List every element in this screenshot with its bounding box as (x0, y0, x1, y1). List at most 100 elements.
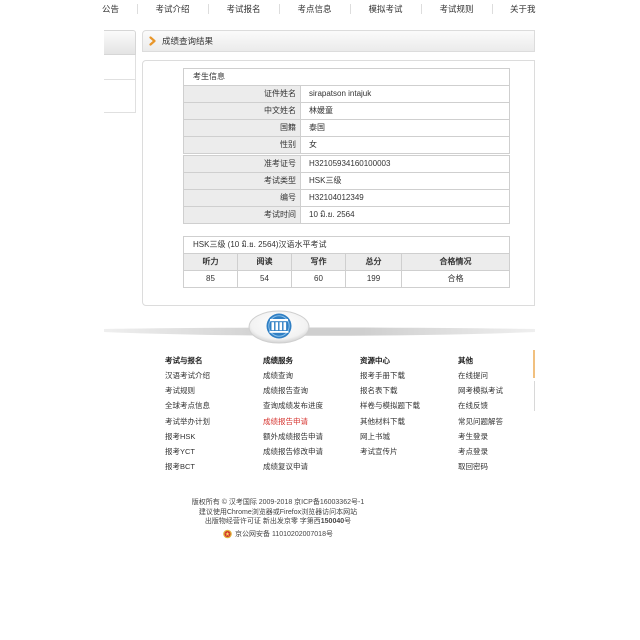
score-table-title: HSK三级 (10 มิ.ย. 2564)汉语水平考试 (184, 237, 509, 254)
info-row-chinese-name: 中文姓名 林媛童 (184, 103, 509, 120)
sidebar-item[interactable] (104, 80, 135, 113)
info-value: 女 (309, 140, 317, 149)
footer-link-sample-papers-download[interactable]: 样卷与模拟题下载 (360, 401, 420, 416)
footer-link-score-release-progress[interactable]: 查询成绩发布进度 (263, 401, 323, 416)
footer-link-extra-score-report[interactable]: 额外成绩报告申请 (263, 432, 323, 447)
footer-link-score-report-query[interactable]: 成绩报告查询 (263, 386, 323, 401)
footer-column-resources: 资源中心 报考手册下载 报名表下载 样卷与模拟题下载 其他材料下载 网上书城 考… (360, 356, 420, 462)
footer-link-test-center-login[interactable]: 考点登录 (458, 447, 503, 462)
info-value: sirapatson intajuk (309, 89, 372, 98)
exam-info-table: 准考证号 H32105934160100003 考试类型 HSK三级 编号 H3… (183, 155, 510, 224)
score-header-row: 听力 阅读 写作 总分 合格情况 (184, 254, 509, 271)
info-value: 林媛童 (309, 106, 333, 115)
info-label: 中文姓名 (184, 103, 301, 119)
footer-link-candidate-login[interactable]: 考生登录 (458, 432, 503, 447)
footer-link-score-report-modify[interactable]: 成绩报告修改申请 (263, 447, 323, 462)
result-panel-header: 成绩查询结果 (142, 30, 535, 52)
nav-item-exam-rules[interactable]: 考试规则 (421, 0, 492, 18)
footer-link-handbook-download[interactable]: 报考手册下载 (360, 371, 420, 386)
right-edge-line (534, 381, 535, 411)
footer-link-exam-intro[interactable]: 汉语考试介绍 (165, 371, 210, 386)
footer-link-register-hsk[interactable]: 报考HSK (165, 432, 210, 447)
nav-item-test-centers[interactable]: 考点信息 (279, 0, 350, 18)
footer-link-online-bookstore[interactable]: 网上书城 (360, 432, 420, 447)
footer-link-register-bct[interactable]: 报考BCT (165, 462, 210, 477)
info-value: H32105934160100003 (309, 159, 391, 168)
score-header-total: 总分 (346, 254, 402, 270)
info-row-admission-number: 准考证号 H32105934160100003 (184, 156, 509, 173)
footer-link-online-mock-exam[interactable]: 网考模拟考试 (458, 386, 503, 401)
info-label: 编号 (184, 190, 301, 206)
score-header-writing: 写作 (292, 254, 346, 270)
copyright-text: 版权所有 © 汉考国际 2009-2018 京ICP备16003362号-1 (191, 499, 365, 506)
footer-link-score-query[interactable]: 成绩查询 (263, 371, 323, 386)
info-row-nationality: 国籍 泰国 (184, 120, 509, 137)
footer-link-registration-form-download[interactable]: 报名表下载 (360, 386, 420, 401)
footer-link-faq[interactable]: 常见问题解答 (458, 417, 503, 432)
footer-link-other-materials-download[interactable]: 其他材料下载 (360, 417, 420, 432)
info-label: 准考证号 (184, 156, 301, 172)
nav-item-about[interactable]: 关于我 (492, 0, 540, 18)
score-listening: 85 (184, 271, 238, 287)
footer-column-score-services: 成绩服务 成绩查询 成绩报告查询 查询成绩发布进度 成绩报告申请 额外成绩报告申… (263, 356, 323, 477)
police-badge-icon (223, 529, 232, 539)
footer-link-exam-rules[interactable]: 考试规则 (165, 386, 210, 401)
sidebar-item[interactable] (104, 55, 135, 80)
nav-item-exam-intro[interactable]: 考试介绍 (137, 0, 208, 18)
candidate-info-title: 考生信息 (184, 69, 509, 86)
footer-link-online-question[interactable]: 在线提问 (458, 371, 503, 386)
info-row-gender: 性别 女 (184, 137, 509, 153)
footer-heading: 考试与报名 (165, 356, 203, 365)
browser-recommendation: 建议使用Chrome浏览器或Firefox浏览器访问本网站 (198, 508, 358, 516)
footer-heading: 成绩服务 (263, 356, 293, 365)
footer-link-retrieve-password[interactable]: 取回密码 (458, 462, 503, 477)
footer-heading: 资源中心 (360, 356, 390, 365)
score-header-pass-status: 合格情况 (439, 257, 472, 266)
license-suffix: 号 (344, 518, 352, 525)
score-value-row: 85 54 60 199 合格 (184, 271, 509, 287)
footer-column-other: 其他 在线提问 网考模拟考试 在线反馈 常见问题解答 考生登录 考点登录 取回密… (458, 356, 503, 477)
nav-item-mock-exam[interactable]: 模拟考试 (350, 0, 421, 18)
info-row-id-name: 证件姓名 sirapatson intajuk (184, 86, 509, 103)
footer-link-register-yct[interactable]: 报考YCT (165, 447, 210, 462)
publication-license: 出版物经营许可证 新出发京零 字第西150040号 (128, 517, 428, 527)
info-label: 国籍 (184, 120, 301, 136)
page-title: 成绩查询结果 (162, 36, 214, 46)
sidebar-menu (104, 55, 136, 113)
footer-column-exams: 考试与报名 汉语考试介绍 考试规则 全球考点信息 考试举办计划 报考HSK 报考… (165, 356, 210, 477)
top-nav: 公告 考试介绍 考试报名 考点信息 模拟考试 考试规则 关于我 (100, 0, 540, 18)
score-total: 199 (346, 271, 402, 287)
info-value: H32104012349 (309, 193, 364, 202)
score-writing: 60 (292, 271, 346, 287)
nav-item-announcements[interactable]: 公告 (100, 0, 137, 18)
info-value: HSK三级 (309, 176, 342, 185)
footer-link-global-test-centers[interactable]: 全球考点信息 (165, 401, 210, 416)
candidate-info-table: 考生信息 证件姓名 sirapatson intajuk 中文姓名 林媛童 国籍… (183, 68, 510, 154)
score-header-reading: 阅读 (238, 254, 292, 270)
info-label: 考试类型 (184, 173, 301, 189)
chevron-right-icon (149, 36, 156, 46)
info-value: 10 มิ.ย. 2564 (309, 210, 355, 219)
footer-heading: 其他 (458, 356, 473, 365)
info-label: 性别 (184, 137, 301, 153)
footer-link-score-report-apply[interactable]: 成绩报告申请 (263, 417, 323, 432)
footer-link-online-feedback[interactable]: 在线反馈 (458, 401, 503, 416)
footer-link-score-review[interactable]: 成绩复议申请 (263, 462, 323, 477)
info-value: 泰国 (309, 123, 325, 132)
info-label: 证件姓名 (184, 86, 301, 102)
nav-item-registration[interactable]: 考试报名 (208, 0, 279, 18)
info-row-exam-date: 考试时间 10 มิ.ย. 2564 (184, 207, 509, 223)
footer-link-exam-schedule[interactable]: 考试举办计划 (165, 417, 210, 432)
score-pass-status: 合格 (447, 274, 464, 283)
police-record-text: 京公网安备 11010202007018号 (235, 531, 333, 538)
score-reading: 54 (238, 271, 292, 287)
police-record-link[interactable]: 京公网安备 11010202007018号 (128, 529, 428, 539)
legal-info: 版权所有 © 汉考国际 2009-2018 京ICP备16003362号-1 建… (128, 498, 428, 539)
hanban-logo-icon (104, 310, 535, 344)
info-label: 考试时间 (184, 207, 301, 223)
info-row-exam-type: 考试类型 HSK三级 (184, 173, 509, 190)
score-header-listening: 听力 (184, 254, 238, 270)
footer-link-promo-video[interactable]: 考试宣传片 (360, 447, 420, 462)
right-edge-accent (533, 350, 535, 378)
license-number: 150040 (320, 518, 345, 525)
